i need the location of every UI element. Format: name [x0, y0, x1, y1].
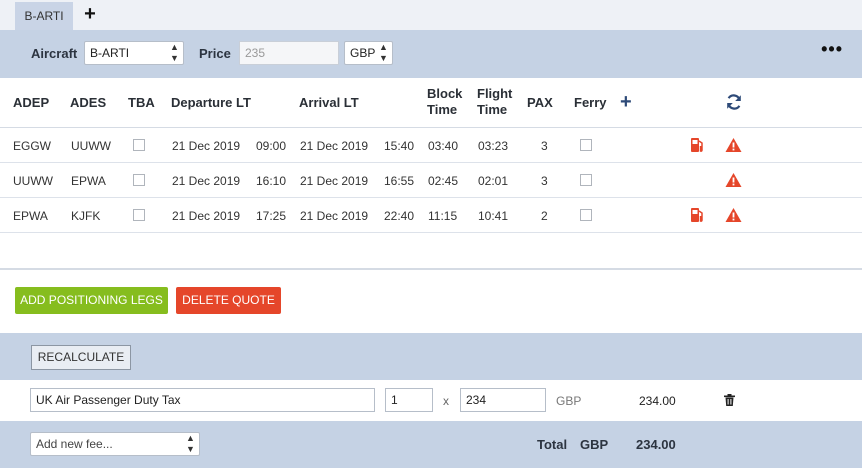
legs-table-header: ADEP ADES TBA Departure LT Arrival LT Bl… — [0, 78, 862, 128]
cell-block-time: 03:40 — [428, 139, 459, 153]
header-block-line2: Time — [427, 102, 458, 117]
cell-dep-date: 21 Dec 2019 — [172, 139, 241, 153]
fee-row: UK Air Passenger Duty Tax 1 x 234 GBP 23… — [0, 380, 862, 421]
cell-dep-time: 16:10 — [256, 174, 287, 188]
tba-checkbox[interactable] — [133, 174, 145, 186]
section-divider — [0, 268, 862, 270]
fee-unit-price-input[interactable]: 234 — [460, 388, 546, 412]
totals-footer: Add new fee... ▲ ▼ Total GBP 234.00 — [0, 421, 862, 468]
cell-dep-time: 09:00 — [256, 139, 287, 153]
aircraft-select-value: B-ARTI — [90, 46, 130, 60]
ferry-checkbox[interactable] — [580, 139, 592, 151]
cell-ades: EPWA — [71, 174, 106, 188]
header-arrival: Arrival LT — [299, 95, 359, 110]
table-row: EGGW UUWW 21 Dec 2019 09:00 21 Dec 2019 … — [0, 128, 862, 163]
cell-dep-date: 21 Dec 2019 — [172, 209, 241, 223]
cell-arr-time: 16:55 — [384, 174, 415, 188]
chevron-updown-icon: ▲ ▼ — [186, 433, 195, 454]
header-tba: TBA — [128, 95, 155, 110]
cell-arr-time: 15:40 — [384, 139, 415, 153]
aircraft-label: Aircraft — [31, 46, 78, 61]
quote-toolbar: Aircraft B-ARTI ▲ ▼ Price 235 GBP ▲ ▼ — [0, 30, 862, 78]
header-ades: ADES — [70, 95, 107, 110]
cell-block-time: 11:15 — [428, 209, 458, 223]
cell-pax: 2 — [541, 209, 548, 223]
warning-icon[interactable] — [725, 137, 742, 153]
tab-aircraft[interactable]: B-ARTI — [15, 2, 73, 30]
price-label: Price — [199, 46, 231, 61]
total-amount: 234.00 — [636, 437, 676, 452]
add-new-fee-select[interactable]: Add new fee... ▲ ▼ — [30, 432, 200, 456]
cell-block-time: 02:45 — [428, 174, 459, 188]
fuel-pump-icon[interactable] — [690, 207, 704, 223]
cell-arr-date: 21 Dec 2019 — [300, 209, 369, 223]
add-new-fee-placeholder: Add new fee... — [36, 437, 113, 451]
multiply-sign: x — [443, 394, 449, 408]
cell-ades: UUWW — [71, 139, 111, 153]
warning-icon[interactable] — [725, 207, 742, 223]
total-currency: GBP — [580, 437, 609, 452]
header-departure: Departure LT — [171, 95, 251, 110]
fee-name-input[interactable]: UK Air Passenger Duty Tax — [30, 388, 375, 412]
header-ferry: Ferry — [574, 95, 607, 110]
tab-bar: B-ARTI + — [0, 0, 862, 30]
currency-select-value: GBP — [350, 46, 376, 60]
header-flight-time: Flight Time — [477, 86, 512, 118]
add-positioning-legs-button[interactable]: ADD POSITIONING LEGS — [15, 287, 168, 314]
add-tab-button[interactable]: + — [80, 4, 100, 25]
cell-pax: 3 — [541, 174, 548, 188]
currency-select[interactable]: GBP ▲ ▼ — [344, 41, 393, 65]
fees-header: RECALCULATE — [0, 333, 862, 380]
cell-dep-date: 21 Dec 2019 — [172, 174, 241, 188]
header-flight-line1: Flight — [477, 86, 513, 101]
delete-quote-button[interactable]: DELETE QUOTE — [176, 287, 281, 314]
refresh-icon[interactable] — [725, 93, 743, 111]
cell-adep: EGGW — [13, 139, 51, 153]
table-row: UUWW EPWA 21 Dec 2019 16:10 21 Dec 2019 … — [0, 163, 862, 198]
fee-quantity-input[interactable]: 1 — [385, 388, 433, 412]
trash-icon[interactable] — [724, 394, 735, 406]
total-label: Total — [537, 437, 568, 452]
ferry-checkbox[interactable] — [580, 174, 592, 186]
cell-flight-time: 10:41 — [478, 209, 509, 223]
header-adep: ADEP — [13, 95, 50, 110]
fuel-pump-icon[interactable] — [690, 137, 704, 153]
fee-amount: 234.00 — [639, 394, 676, 408]
cell-flight-time: 03:23 — [478, 139, 509, 153]
cell-adep: UUWW — [13, 174, 53, 188]
cell-dep-time: 17:25 — [256, 209, 287, 223]
cell-arr-date: 21 Dec 2019 — [300, 174, 369, 188]
cell-arr-time: 22:40 — [384, 209, 415, 223]
cell-arr-date: 21 Dec 2019 — [300, 139, 369, 153]
add-leg-button[interactable]: + — [620, 92, 632, 112]
cell-pax: 3 — [541, 139, 548, 153]
chevron-updown-icon: ▲ ▼ — [170, 42, 179, 63]
cell-adep: EPWA — [13, 209, 48, 223]
chevron-updown-icon: ▲ ▼ — [379, 42, 388, 63]
price-input[interactable]: 235 — [239, 41, 339, 65]
tba-checkbox[interactable] — [133, 139, 145, 151]
more-options-icon[interactable]: ••• — [821, 40, 843, 58]
ferry-checkbox[interactable] — [580, 209, 592, 221]
header-block-line1: Block — [427, 86, 463, 101]
recalculate-button[interactable]: RECALCULATE — [31, 345, 131, 370]
warning-icon[interactable] — [725, 172, 742, 188]
aircraft-select[interactable]: B-ARTI ▲ ▼ — [84, 41, 184, 65]
cell-flight-time: 02:01 — [478, 174, 509, 188]
cell-ades: KJFK — [71, 209, 101, 223]
table-row: EPWA KJFK 21 Dec 2019 17:25 21 Dec 2019 … — [0, 198, 862, 233]
header-flight-line2: Time — [477, 102, 508, 117]
header-block-time: Block Time — [427, 86, 462, 118]
header-pax: PAX — [527, 95, 553, 110]
tba-checkbox[interactable] — [133, 209, 145, 221]
fee-currency: GBP — [556, 394, 582, 408]
